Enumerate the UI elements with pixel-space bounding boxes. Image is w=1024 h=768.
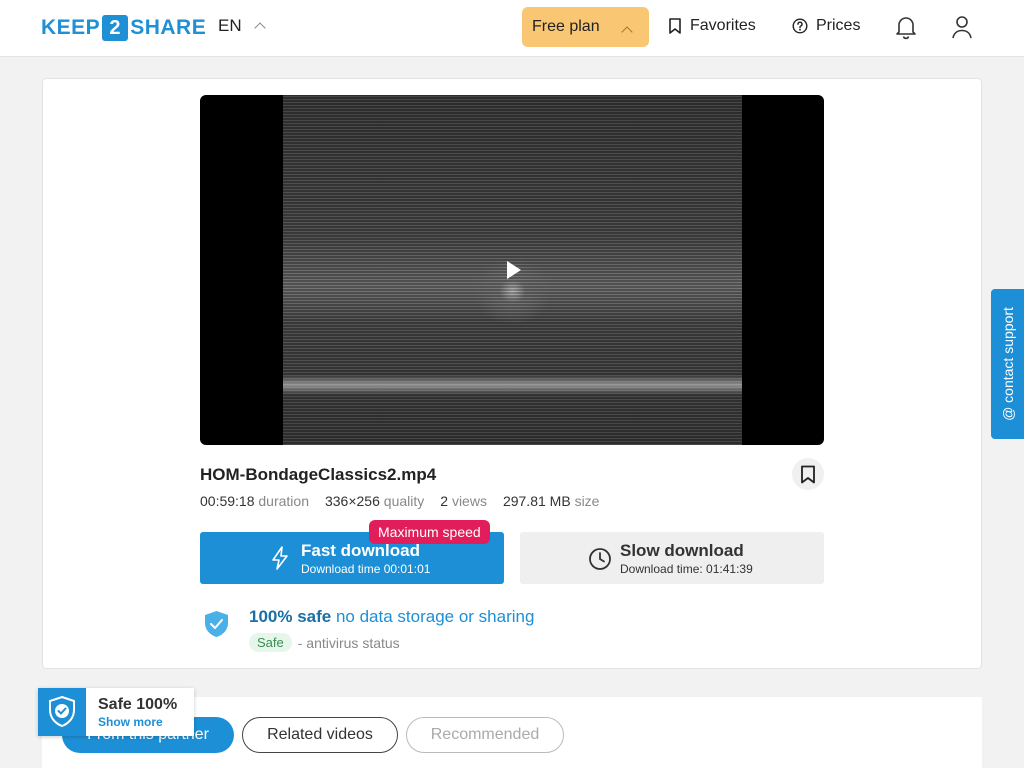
language-selector[interactable]: EN	[218, 16, 266, 36]
safe-pill: Safe	[249, 633, 292, 652]
safety-bold: 100% safe	[249, 607, 332, 626]
quality-meta: 336×256 quality	[324, 493, 425, 509]
favorites-label: Favorites	[690, 17, 756, 34]
play-icon[interactable]	[507, 261, 521, 279]
slow-download-time: Download time: 01:41:39	[620, 562, 753, 576]
bookmark-button[interactable]	[792, 458, 824, 490]
tab-recommended[interactable]: Recommended	[406, 717, 564, 753]
clock-icon	[589, 548, 611, 570]
fast-download-title: Fast download	[301, 541, 420, 560]
tab-related-videos[interactable]: Related videos	[242, 717, 398, 753]
safe-badge-show-more[interactable]: Show more	[98, 715, 163, 729]
file-title: HOM-BondageClassics2.mp4	[200, 465, 437, 484]
bell-icon[interactable]	[894, 14, 918, 40]
logo-right: SHARE	[130, 15, 207, 39]
contact-support-tab[interactable]: @ contact support	[991, 289, 1024, 439]
safety-rest: no data storage or sharing	[335, 607, 535, 626]
help-circle-icon	[792, 18, 808, 34]
safety-statement: 100% safe no data storage or sharing	[249, 607, 534, 627]
logo[interactable]: KEEP 2 SHARE	[41, 14, 206, 41]
antivirus-status-label: - antivirus status	[297, 634, 400, 651]
chevron-up-icon	[621, 26, 633, 38]
duration-meta: 00:59:18 duration	[200, 493, 309, 509]
logo-left: KEEP	[41, 15, 101, 39]
bookmark-icon	[669, 18, 681, 34]
plan-button[interactable]: Free plan	[522, 7, 649, 47]
bookmark-icon	[801, 465, 815, 483]
plan-label: Free plan	[532, 18, 600, 35]
shield-check-icon	[205, 611, 228, 637]
shield-check-icon	[49, 695, 75, 728]
language-label: EN	[218, 16, 242, 35]
safe-badge-title: Safe 100%	[98, 696, 178, 713]
contact-support-label: @ contact support	[999, 307, 1016, 421]
views-meta: 2 views	[440, 493, 487, 509]
lightning-icon	[272, 546, 288, 570]
favorites-link[interactable]: Favorites	[668, 17, 756, 35]
prices-label: Prices	[816, 17, 861, 34]
chevron-up-icon	[253, 22, 266, 34]
safe-badge-icon-box	[38, 688, 86, 736]
video-noise-band	[283, 375, 742, 395]
prices-link[interactable]: Prices	[792, 17, 860, 35]
file-meta: 00:59:18 duration 336×256 quality 2 view…	[200, 493, 599, 509]
user-icon[interactable]	[950, 14, 974, 40]
fast-download-time: Download time 00:01:01	[301, 562, 431, 576]
antivirus-status: Safe - antivirus status	[249, 633, 400, 652]
safe-badge[interactable]: Safe 100% Show more	[38, 688, 194, 736]
logo-number: 2	[102, 14, 129, 41]
slow-download-button[interactable]: Slow download Download time: 01:41:39	[520, 532, 824, 584]
size-meta: 297.81 MB size	[502, 493, 600, 509]
slow-download-title: Slow download	[620, 541, 744, 560]
header: KEEP 2 SHARE EN Free plan Favorites Pric…	[0, 0, 1024, 57]
maximum-speed-badge: Maximum speed	[369, 520, 490, 544]
